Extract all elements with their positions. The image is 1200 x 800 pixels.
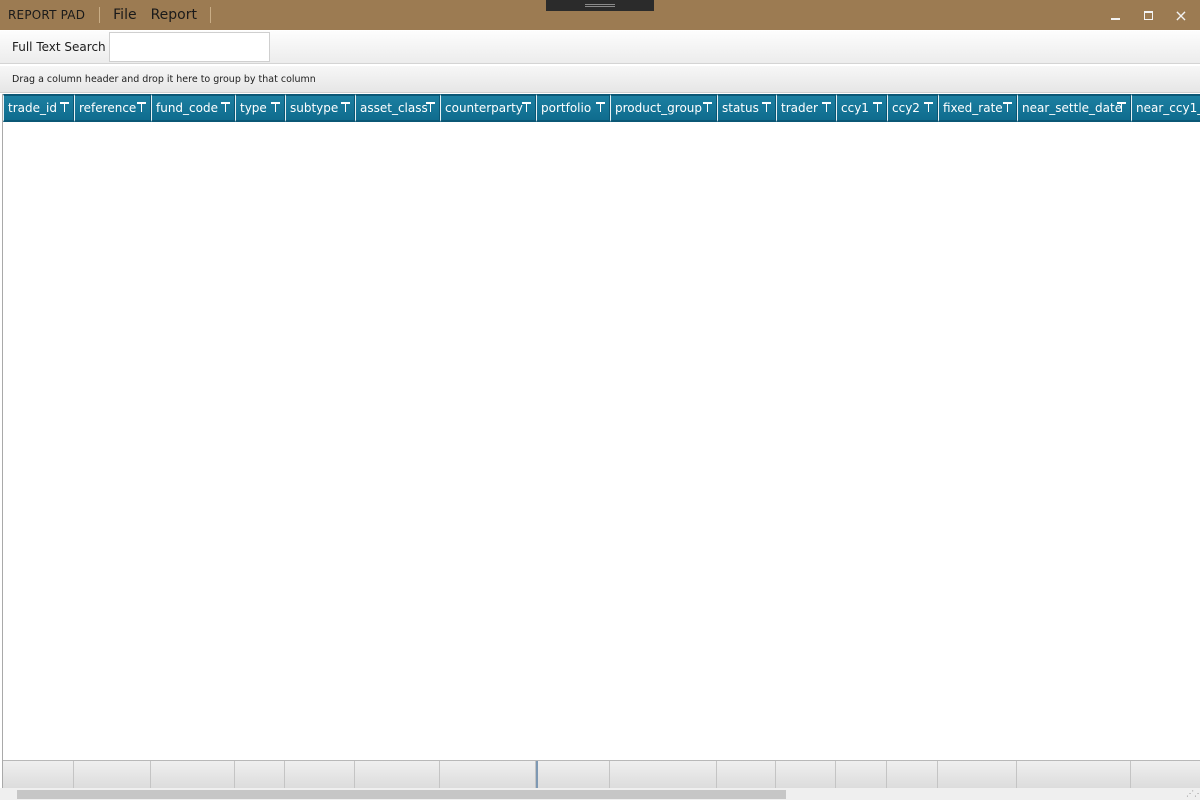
filter-icon[interactable] [873, 102, 882, 113]
filter-icon[interactable] [221, 102, 230, 113]
search-label: Full Text Search [12, 40, 106, 54]
close-button[interactable]: × [1172, 5, 1190, 25]
filter-icon[interactable] [703, 102, 712, 113]
column-header-label: status [722, 101, 759, 115]
column-header-near-ccy1-n[interactable]: near_ccy1_n [1131, 94, 1200, 122]
column-header-label: portfolio [541, 101, 592, 115]
summary-cell [938, 761, 1017, 788]
maximize-button[interactable] [1139, 6, 1157, 24]
summary-cell [74, 761, 151, 788]
summary-cell [151, 761, 235, 788]
column-header-label: asset_class [360, 101, 428, 115]
column-header-fund-code[interactable]: fund_code [151, 94, 235, 122]
filter-icon[interactable] [426, 102, 435, 113]
column-header-reference[interactable]: reference [74, 94, 151, 122]
maximize-icon [1143, 10, 1153, 20]
column-header-portfolio[interactable]: portfolio [536, 94, 610, 122]
filter-icon[interactable] [271, 102, 280, 113]
filter-icon[interactable] [522, 102, 531, 113]
column-header-label: fund_code [156, 101, 218, 115]
column-header-counterparty[interactable]: counterparty [440, 94, 536, 122]
resize-grip-icon[interactable]: ⋰⋰ [1186, 788, 1200, 800]
column-header-label: fixed_rate [943, 101, 1003, 115]
menu-file[interactable]: File [106, 7, 143, 23]
filter-icon[interactable] [60, 102, 69, 113]
column-header-subtype[interactable]: subtype [285, 94, 355, 122]
app-title: REPORT PAD [8, 8, 86, 22]
search-input[interactable] [109, 32, 270, 62]
drag-handle[interactable] [546, 0, 654, 11]
column-header-trader[interactable]: trader [776, 94, 836, 122]
group-by-hint: Drag a column header and drop it here to… [12, 74, 316, 85]
filter-icon[interactable] [596, 102, 605, 113]
filter-icon[interactable] [341, 102, 350, 113]
column-header-label: counterparty [445, 101, 523, 115]
filter-icon[interactable] [924, 102, 933, 113]
filter-icon[interactable] [1003, 102, 1012, 113]
column-header-label: subtype [290, 101, 339, 115]
minimize-icon [1110, 18, 1120, 20]
column-header-label: near_settle_date [1022, 101, 1123, 115]
column-header-type[interactable]: type [235, 94, 285, 122]
summary-cell [610, 761, 717, 788]
minimize-button[interactable] [1106, 6, 1124, 24]
grid-summary-row [3, 760, 1200, 788]
column-header-product-group[interactable]: product_group [610, 94, 717, 122]
summary-cell [717, 761, 776, 788]
column-header-ccy1[interactable]: ccy1 [836, 94, 887, 122]
column-header-label: near_ccy1_n [1136, 101, 1200, 115]
summary-cell [1017, 761, 1131, 788]
grid-header-row: trade_id reference fund_code type subtyp… [3, 94, 1200, 122]
column-header-label: ccy2 [892, 101, 920, 115]
column-header-label: type [240, 101, 267, 115]
column-header-label: reference [79, 101, 137, 115]
summary-cell [355, 761, 440, 788]
summary-cell [776, 761, 836, 788]
filter-icon[interactable] [1117, 102, 1126, 113]
summary-cell [285, 761, 355, 788]
filter-icon[interactable] [822, 102, 831, 113]
summary-cell [836, 761, 887, 788]
column-header-label: product_group [615, 101, 703, 115]
drag-grip-icon [585, 4, 615, 7]
summary-cell [3, 761, 74, 788]
title-separator [99, 7, 101, 23]
column-header-fixed-rate[interactable]: fixed_rate [938, 94, 1017, 122]
column-header-status[interactable]: status [717, 94, 776, 122]
summary-cell [536, 761, 610, 788]
column-header-asset-class[interactable]: asset_class [355, 94, 440, 122]
summary-cell [887, 761, 938, 788]
column-header-ccy2[interactable]: ccy2 [887, 94, 938, 122]
horizontal-scrollbar[interactable] [0, 788, 1200, 800]
data-grid[interactable]: trade_id reference fund_code type subtyp… [2, 94, 1200, 788]
summary-cell [440, 761, 536, 788]
menu-separator [210, 7, 211, 23]
menu-report[interactable]: Report [144, 7, 204, 23]
filter-icon[interactable] [762, 102, 771, 113]
column-header-label: trade_id [8, 101, 57, 115]
summary-cell [1131, 761, 1200, 788]
column-header-label: ccy1 [841, 101, 869, 115]
scrollbar-thumb[interactable] [17, 790, 786, 799]
column-header-near-settle-date[interactable]: near_settle_date [1017, 94, 1131, 122]
filter-icon[interactable] [137, 102, 146, 113]
close-icon: × [1174, 5, 1188, 25]
search-bar: Full Text Search [0, 31, 1200, 64]
group-by-panel[interactable]: Drag a column header and drop it here to… [0, 66, 1200, 93]
column-header-trade-id[interactable]: trade_id [3, 94, 74, 122]
column-header-label: trader [781, 101, 818, 115]
summary-cell [235, 761, 285, 788]
